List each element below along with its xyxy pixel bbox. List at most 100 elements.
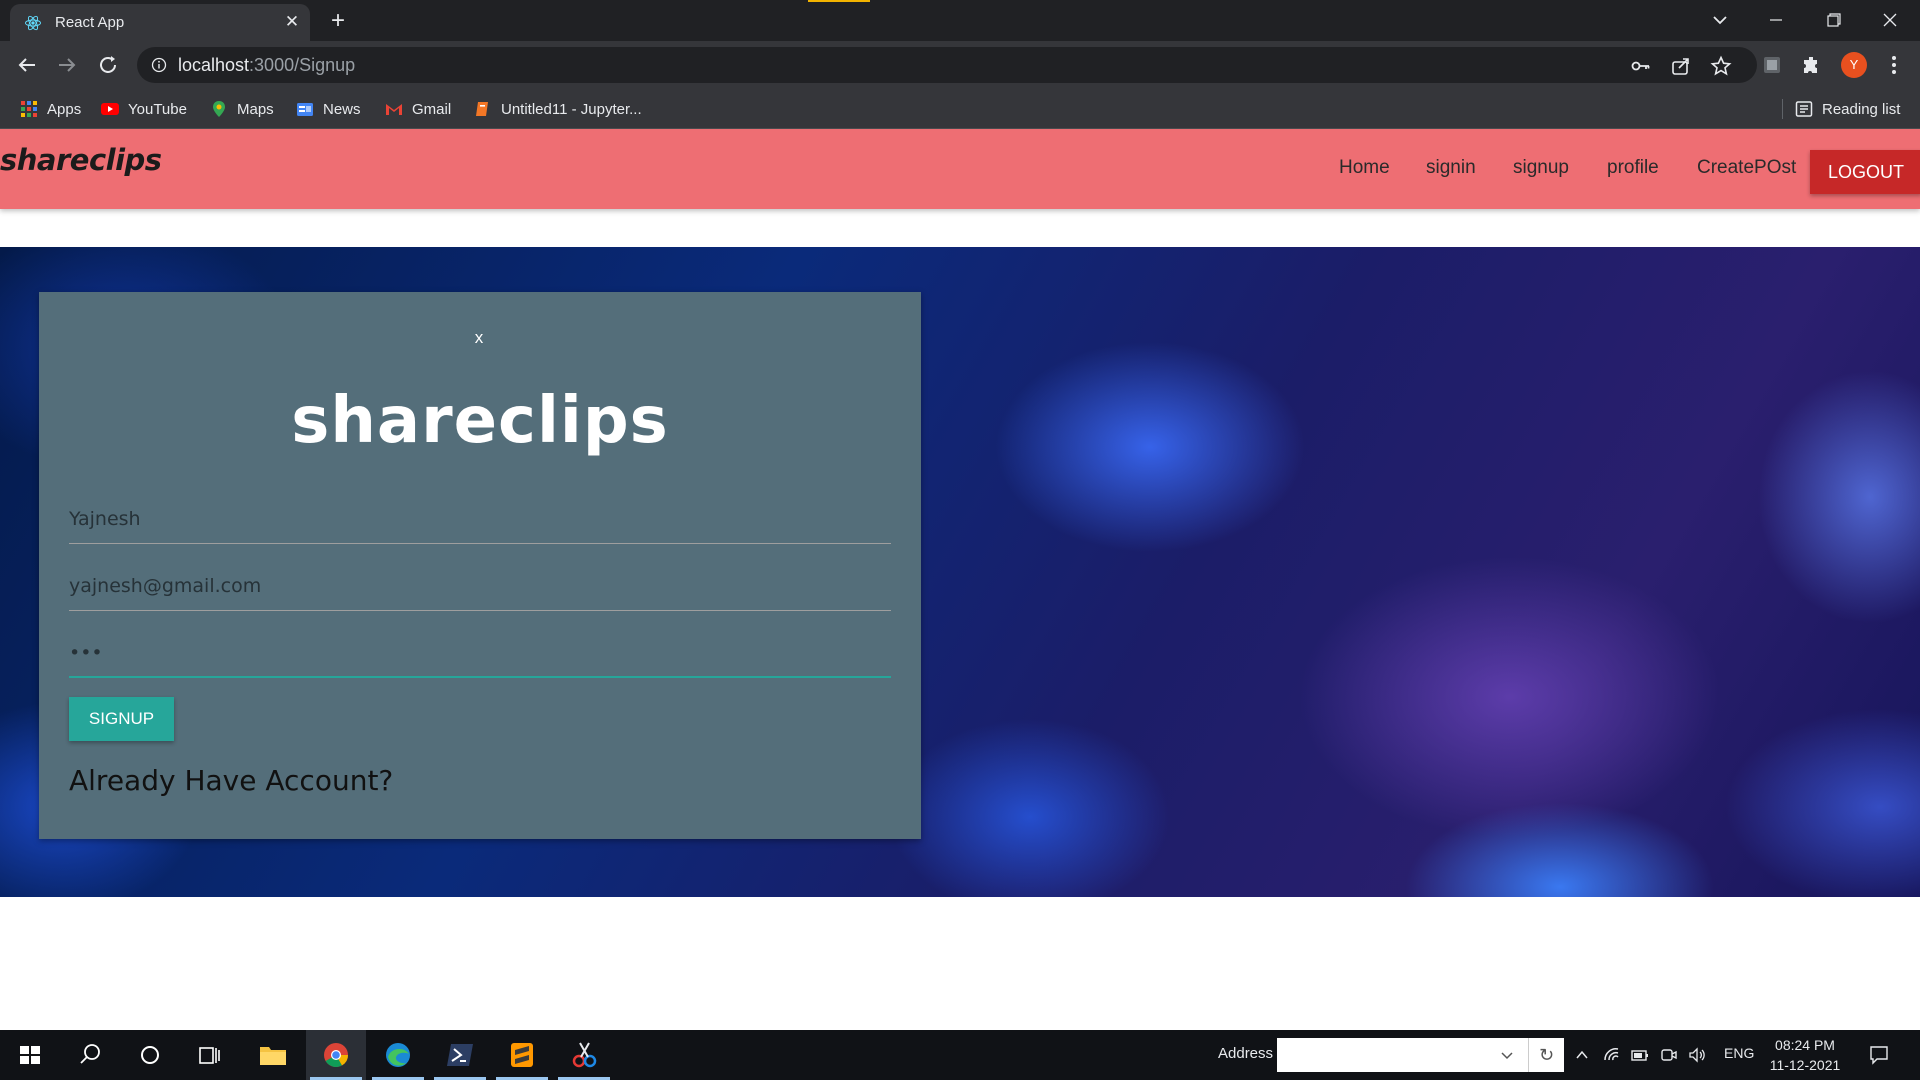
battery-icon[interactable] — [1630, 1046, 1650, 1064]
site-info-icon[interactable] — [151, 57, 167, 73]
tab-search-icon[interactable] — [1708, 8, 1732, 32]
signup-button[interactable]: SIGNUP — [69, 697, 174, 741]
meet-now-icon[interactable] — [1660, 1046, 1678, 1064]
bookmark-label: Maps — [237, 100, 274, 118]
bookmark-label: YouTube — [128, 100, 187, 118]
bookmark-star-icon[interactable] — [1710, 55, 1732, 77]
url-host: localhost — [178, 55, 250, 75]
refresh-icon[interactable]: ↻ — [1528, 1038, 1564, 1072]
youtube-icon — [101, 103, 119, 115]
web-page: shareclips Home signin signup profile Cr… — [0, 129, 1920, 1030]
news-icon — [297, 103, 313, 116]
gmail-icon — [386, 104, 402, 115]
tab-title: React App — [55, 14, 125, 31]
nav-link-signup[interactable]: signup — [1513, 157, 1569, 179]
snipping-tool-taskbar-button[interactable] — [554, 1030, 614, 1080]
file-explorer-icon[interactable] — [243, 1030, 303, 1080]
minimize-icon[interactable] — [1748, 0, 1804, 40]
password-input[interactable] — [69, 630, 891, 676]
extensions-puzzle-icon[interactable] — [1800, 53, 1824, 77]
maps-icon — [213, 101, 225, 117]
share-icon[interactable] — [1670, 55, 1692, 77]
loading-indicator — [808, 0, 870, 2]
name-input[interactable] — [69, 496, 891, 542]
sublime-text-icon — [511, 1043, 533, 1067]
bookmark-separator — [1782, 99, 1783, 119]
bookmark-label: Gmail — [412, 100, 452, 118]
browser-tab-react-app[interactable]: React App ✕ — [10, 4, 310, 41]
reading-list-label: Reading list — [1822, 100, 1901, 118]
close-tab-icon[interactable]: ✕ — [282, 12, 302, 32]
name-field[interactable] — [69, 496, 891, 544]
clock-time: 08:24 PM — [1775, 1037, 1835, 1053]
bookmark-gmail[interactable]: Gmail — [385, 98, 451, 120]
app-navbar: shareclips Home signin signup profile Cr… — [0, 129, 1920, 209]
windows-start-icon[interactable] — [0, 1030, 60, 1080]
wifi-icon[interactable] — [1602, 1046, 1620, 1064]
search-icon[interactable] — [60, 1030, 120, 1080]
bookmark-news[interactable]: News — [296, 98, 361, 120]
edge-taskbar-button[interactable] — [368, 1030, 428, 1080]
address-bar[interactable]: localhost:3000/Signup — [137, 47, 1757, 83]
windows-taskbar: Address ↻ ENG 08:24 PM 11-12-2021 — [0, 1030, 1920, 1080]
reading-list-button[interactable]: Reading list — [1795, 98, 1900, 120]
bookmark-label: Untitled11 - Jupyter... — [501, 100, 642, 118]
restore-icon[interactable] — [1806, 0, 1862, 40]
apps-grid-icon — [21, 101, 37, 117]
cortana-icon[interactable] — [120, 1030, 180, 1080]
bookmark-apps[interactable]: Apps — [20, 98, 81, 120]
new-tab-button[interactable]: + — [324, 7, 352, 35]
brand-logo[interactable]: shareclips — [0, 143, 162, 177]
email-input[interactable] — [69, 563, 891, 609]
edge-icon — [386, 1043, 410, 1067]
browser-toolbar: localhost:3000/Signup Y — [0, 41, 1920, 89]
taskbar-address-label: Address — [1218, 1045, 1274, 1062]
already-have-account-link[interactable]: Already Have Account? — [69, 764, 393, 797]
bookmark-jupyter[interactable]: Untitled11 - Jupyter... — [474, 98, 642, 120]
email-field[interactable] — [69, 563, 891, 611]
sublime-taskbar-button[interactable] — [492, 1030, 552, 1080]
signup-card: x shareclips SIGNUP Already Have Account… — [39, 292, 921, 839]
bookmark-maps[interactable]: Maps — [210, 98, 274, 120]
reading-list-icon — [1795, 101, 1813, 117]
chrome-icon — [324, 1043, 348, 1068]
nav-link-createpost[interactable]: CreatePOst — [1697, 157, 1796, 179]
nav-link-home[interactable]: Home — [1339, 157, 1390, 179]
card-logo: shareclips — [291, 384, 669, 458]
extension-icon[interactable] — [1760, 53, 1784, 77]
chrome-taskbar-button[interactable] — [306, 1030, 366, 1080]
notifications-icon[interactable] — [1868, 1044, 1890, 1066]
snipping-tool-icon — [572, 1042, 597, 1068]
bookmark-label: Apps — [47, 100, 82, 118]
clock-date: 11-12-2021 — [1769, 1057, 1841, 1073]
profile-avatar[interactable]: Y — [1841, 52, 1867, 78]
hero-background: x shareclips SIGNUP Already Have Account… — [0, 247, 1920, 897]
url-text: localhost:3000/Signup — [178, 55, 355, 76]
password-field[interactable] — [69, 630, 891, 678]
browser-tab-bar: React App ✕ + — [0, 0, 1920, 41]
close-window-icon[interactable] — [1862, 0, 1918, 40]
reload-icon[interactable] — [96, 53, 120, 77]
task-view-icon[interactable] — [180, 1030, 240, 1080]
url-path: :3000/Signup — [249, 55, 356, 75]
key-icon[interactable] — [1630, 55, 1652, 77]
taskbar-address-input[interactable] — [1277, 1038, 1563, 1072]
close-icon[interactable]: x — [469, 328, 489, 348]
show-hidden-icons-icon[interactable] — [1574, 1047, 1590, 1063]
bookmark-youtube[interactable]: YouTube — [101, 98, 187, 120]
logout-button[interactable]: LOGOUT — [1810, 150, 1920, 194]
forward-icon[interactable] — [55, 53, 79, 77]
nav-link-signin[interactable]: signin — [1426, 157, 1476, 179]
react-icon — [25, 15, 41, 31]
back-icon[interactable] — [15, 53, 39, 77]
powershell-taskbar-button[interactable] — [430, 1030, 490, 1080]
language-indicator[interactable]: ENG — [1724, 1045, 1754, 1061]
volume-icon[interactable] — [1688, 1046, 1706, 1064]
bookmark-label: News — [323, 100, 361, 118]
browser-menu-icon[interactable] — [1882, 53, 1906, 77]
powershell-icon — [447, 1044, 473, 1066]
chevron-down-icon[interactable] — [1500, 1048, 1514, 1062]
nav-link-profile[interactable]: profile — [1607, 157, 1659, 179]
taskbar-clock[interactable]: 08:24 PM 11-12-2021 — [1764, 1035, 1846, 1075]
jupyter-icon — [476, 102, 488, 116]
